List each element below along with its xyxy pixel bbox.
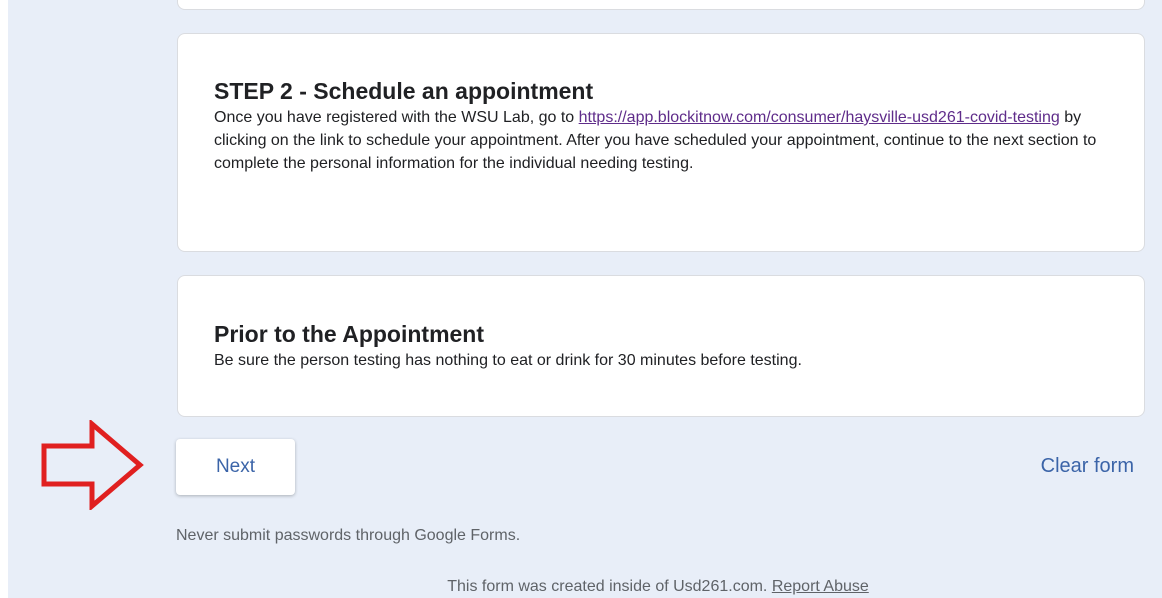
- step2-description: Once you have registered with the WSU La…: [214, 106, 1108, 175]
- report-abuse-link[interactable]: Report Abuse: [772, 578, 869, 595]
- form-page: STEP 2 - Schedule an appointment Once yo…: [0, 0, 1162, 598]
- previous-section-card: [177, 0, 1145, 10]
- footer-created-text: This form was created inside of Usd261.c…: [447, 578, 772, 595]
- prior-title: Prior to the Appointment: [214, 321, 485, 347]
- clear-form-button[interactable]: Clear form: [1041, 455, 1134, 478]
- password-warning: Never submit passwords through Google Fo…: [176, 527, 521, 544]
- step2-title: STEP 2 - Schedule an appointment: [214, 78, 594, 104]
- prior-appointment-card: Prior to the Appointment Be sure the per…: [177, 275, 1145, 417]
- prior-description: Be sure the person testing has nothing t…: [214, 352, 802, 369]
- footer: This form was created inside of Usd261.c…: [0, 578, 1162, 596]
- next-button[interactable]: Next: [176, 439, 295, 495]
- step2-card: STEP 2 - Schedule an appointment Once yo…: [177, 33, 1145, 252]
- blockitnow-link[interactable]: https://app.blockitnow.com/consumer/hays…: [579, 109, 1060, 126]
- left-edge-strip: [0, 0, 8, 598]
- step2-body-text: Once you have registered with the WSU La…: [214, 109, 579, 126]
- red-outline-arrow-right-icon: [41, 420, 144, 510]
